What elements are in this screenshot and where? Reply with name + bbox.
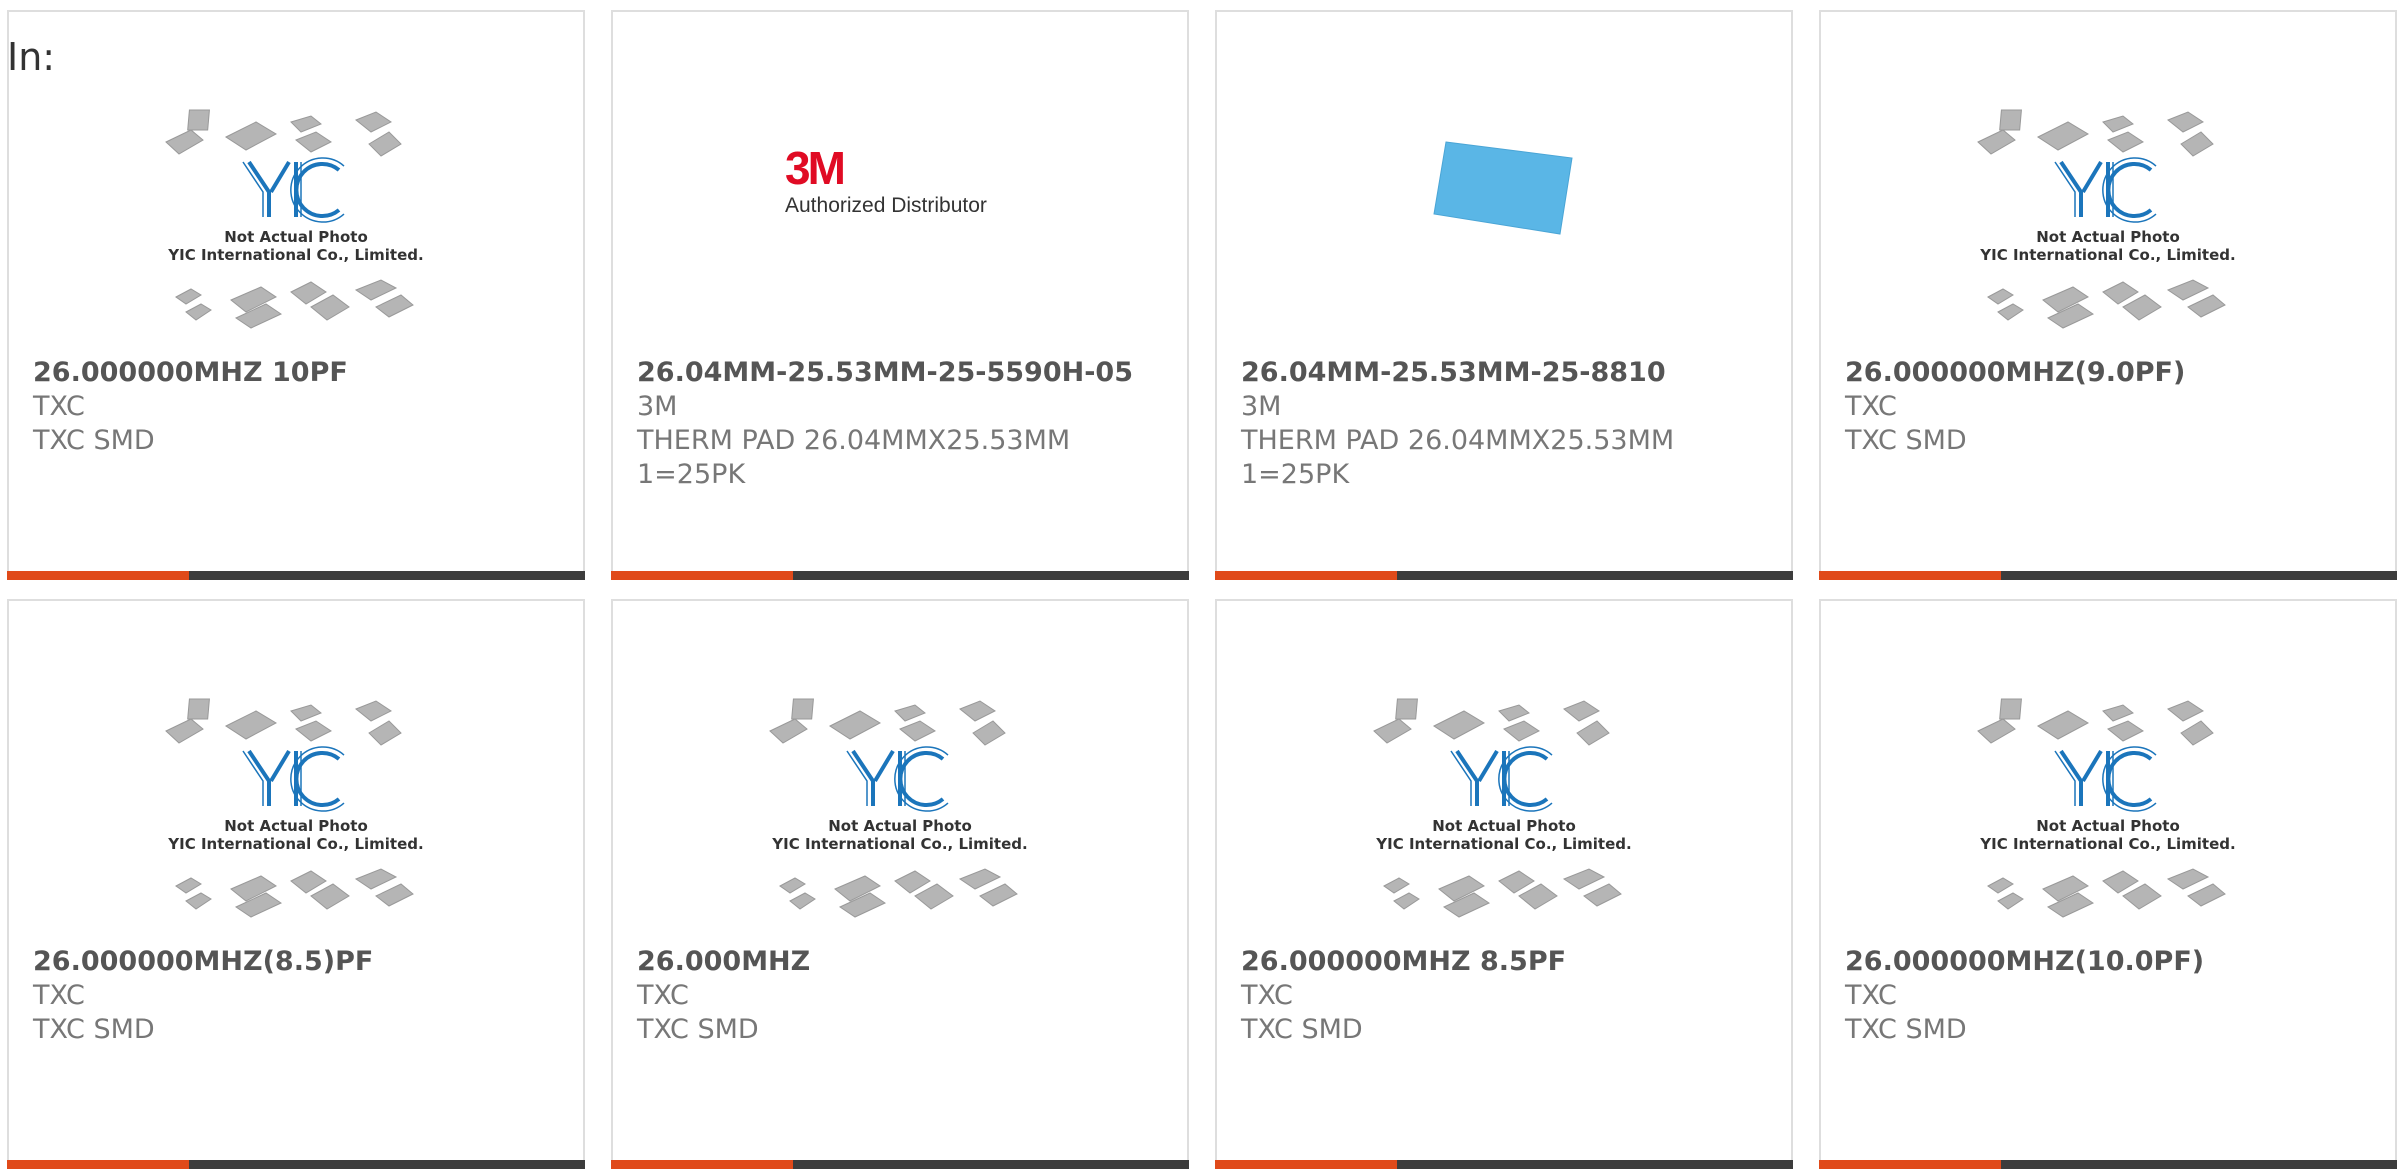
part-number[interactable]: 26.000000MHZ 8.5PF — [1241, 945, 1773, 979]
part-number[interactable]: 26.000000MHZ(9.0PF) — [1845, 356, 2377, 390]
manufacturer: 3M — [1241, 391, 1282, 422]
thermal-pad-icon — [1433, 141, 1573, 235]
card-footer-bar — [1819, 571, 2397, 580]
placeholder-caption-line2: YIC International Co., Limited. — [167, 246, 423, 264]
card-accent-bar — [611, 571, 793, 580]
svg-text:3M: 3M — [785, 142, 844, 194]
product-card[interactable]: Not Actual Photo YIC International Co., … — [1819, 10, 2397, 580]
card-footer-bar — [1819, 1160, 2397, 1169]
card-accent-bar — [7, 571, 189, 580]
3m-logo-icon: 3M Authorized Distributor — [785, 142, 987, 217]
part-number[interactable]: 26.04MM-25.53MM-25-5590H-05 — [637, 356, 1169, 390]
card-footer-bar — [7, 571, 585, 580]
product-image[interactable]: Not Actual Photo YIC International Co., … — [9, 681, 583, 941]
part-number[interactable]: 26.000000MHZ(8.5)PF — [33, 945, 565, 979]
yic-placeholder-icon: Not Actual Photo YIC International Co., … — [165, 698, 424, 918]
description: THERM PAD 26.04MMX25.53MM 1=25PK — [637, 425, 1071, 490]
product-card[interactable]: Not Actual Photo YIC International Co., … — [7, 10, 585, 580]
manufacturer: TXC — [33, 980, 85, 1011]
product-image[interactable]: Not Actual Photo YIC International Co., … — [1217, 681, 1791, 941]
description: THERM PAD 26.04MMX25.53MM 1=25PK — [1241, 425, 1675, 490]
part-number[interactable]: 26.000000MHZ 10PF — [33, 356, 565, 390]
placeholder-caption-line2: YIC International Co., Limited. — [1979, 835, 2235, 853]
product-info: 26.000000MHZ(10.0PF) TXC TXC SMD — [1845, 945, 2377, 1047]
card-footer-bar — [7, 1160, 585, 1169]
yic-placeholder-icon: Not Actual Photo YIC International Co., … — [769, 698, 1028, 918]
part-number[interactable]: 26.000MHZ — [637, 945, 1169, 979]
product-image[interactable] — [1217, 12, 1791, 352]
yic-placeholder-icon: Not Actual Photo YIC International Co., … — [1977, 109, 2236, 329]
product-card[interactable]: Not Actual Photo YIC International Co., … — [1215, 599, 1793, 1169]
placeholder-caption-line1: Not Actual Photo — [224, 228, 368, 246]
product-card[interactable]: Not Actual Photo YIC International Co., … — [1819, 599, 2397, 1169]
card-footer-bar — [1215, 1160, 1793, 1169]
card-accent-bar — [1215, 1160, 1397, 1169]
yic-placeholder-icon: Not Actual Photo YIC International Co., … — [1977, 698, 2236, 918]
product-info: 26.000000MHZ(8.5)PF TXC TXC SMD — [33, 945, 565, 1047]
product-card[interactable]: Not Actual Photo YIC International Co., … — [611, 599, 1189, 1169]
description: TXC SMD — [33, 1014, 155, 1045]
product-info: 26.04MM-25.53MM-25-8810 3M THERM PAD 26.… — [1241, 356, 1773, 492]
product-grid: Not Actual Photo YIC International Co., … — [0, 0, 2400, 1169]
manufacturer: TXC — [33, 391, 85, 422]
card-footer-bar — [1215, 571, 1793, 580]
product-image[interactable]: Not Actual Photo YIC International Co., … — [613, 681, 1187, 941]
brand-caption: Authorized Distributor — [785, 194, 987, 217]
product-image[interactable]: Not Actual Photo YIC International Co., … — [9, 92, 583, 352]
manufacturer: TXC — [637, 980, 689, 1011]
manufacturer: 3M — [637, 391, 678, 422]
description: TXC SMD — [1241, 1014, 1363, 1045]
placeholder-caption-line1: Not Actual Photo — [1432, 817, 1576, 835]
product-info: 26.000000MHZ 8.5PF TXC TXC SMD — [1241, 945, 1773, 1047]
product-info: 26.04MM-25.53MM-25-5590H-05 3M THERM PAD… — [637, 356, 1169, 492]
description: TXC SMD — [1845, 425, 1967, 456]
placeholder-caption-line2: YIC International Co., Limited. — [1979, 246, 2235, 264]
yic-placeholder-icon: Not Actual Photo YIC International Co., … — [1373, 698, 1632, 918]
card-footer-bar — [611, 1160, 1189, 1169]
product-info: 26.000MHZ TXC TXC SMD — [637, 945, 1169, 1047]
product-info: 26.000000MHZ(9.0PF) TXC TXC SMD — [1845, 356, 2377, 458]
card-accent-bar — [1819, 1160, 2001, 1169]
yic-placeholder-icon: Not Actual Photo YIC International Co., … — [165, 109, 424, 329]
description: TXC SMD — [637, 1014, 759, 1045]
product-image[interactable]: Not Actual Photo YIC International Co., … — [1821, 681, 2395, 941]
placeholder-caption-line2: YIC International Co., Limited. — [1375, 835, 1631, 853]
placeholder-caption-line1: Not Actual Photo — [828, 817, 972, 835]
product-image[interactable]: 3M Authorized Distributor — [613, 12, 1187, 352]
placeholder-caption-line2: YIC International Co., Limited. — [167, 835, 423, 853]
part-number[interactable]: 26.04MM-25.53MM-25-8810 — [1241, 356, 1773, 390]
product-info: 26.000000MHZ 10PF TXC TXC SMD — [33, 356, 565, 458]
manufacturer: TXC — [1241, 980, 1293, 1011]
description: TXC SMD — [1845, 1014, 1967, 1045]
description: TXC SMD — [33, 425, 155, 456]
card-accent-bar — [1215, 571, 1397, 580]
product-card[interactable]: 3M Authorized Distributor 26.04MM-25.53M… — [611, 10, 1189, 580]
placeholder-caption-line1: Not Actual Photo — [224, 817, 368, 835]
placeholder-caption-line2: YIC International Co., Limited. — [771, 835, 1027, 853]
placeholder-caption-line1: Not Actual Photo — [2036, 817, 2180, 835]
part-number[interactable]: 26.000000MHZ(10.0PF) — [1845, 945, 2377, 979]
product-card[interactable]: Not Actual Photo YIC International Co., … — [7, 599, 585, 1169]
page-label: In: — [7, 35, 56, 79]
card-accent-bar — [611, 1160, 793, 1169]
card-footer-bar — [611, 571, 1189, 580]
product-card[interactable]: 26.04MM-25.53MM-25-8810 3M THERM PAD 26.… — [1215, 10, 1793, 580]
manufacturer: TXC — [1845, 980, 1897, 1011]
product-image[interactable]: Not Actual Photo YIC International Co., … — [1821, 92, 2395, 352]
placeholder-caption-line1: Not Actual Photo — [2036, 228, 2180, 246]
card-accent-bar — [7, 1160, 189, 1169]
card-accent-bar — [1819, 571, 2001, 580]
manufacturer: TXC — [1845, 391, 1897, 422]
